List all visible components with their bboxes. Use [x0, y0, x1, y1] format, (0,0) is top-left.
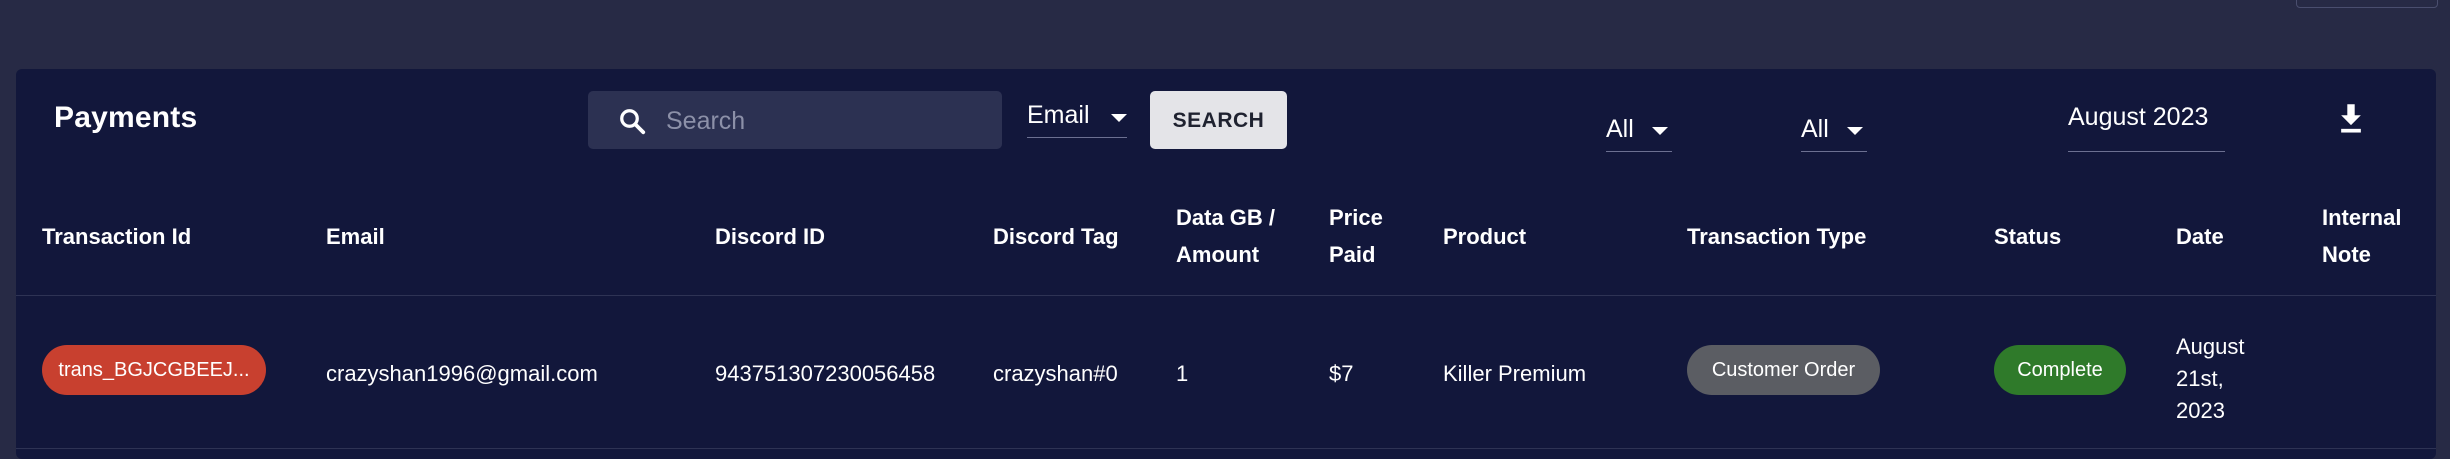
- filter-select-1-value: All: [1606, 115, 1634, 143]
- date-cell: August 21st, 2023: [2176, 331, 2266, 427]
- date-cell-line-3: 2023: [2176, 398, 2225, 423]
- transaction-type-badge: Customer Order: [1687, 345, 1880, 395]
- top-right-control-edge: [2296, 0, 2438, 8]
- caret-down-icon: [1111, 114, 1127, 122]
- caret-down-icon: [1847, 127, 1863, 135]
- month-picker-value: August 2023: [2068, 103, 2209, 131]
- filter-select-2-value: All: [1801, 115, 1829, 143]
- column-header-price-paid-line-1: Price: [1329, 205, 1383, 230]
- column-header-date[interactable]: Date: [2176, 218, 2224, 255]
- filter-select-1[interactable]: All: [1606, 103, 1672, 152]
- column-header-transaction-id[interactable]: Transaction Id: [42, 218, 191, 255]
- search-field-select[interactable]: Email: [1027, 89, 1127, 138]
- download-icon: [2341, 104, 2361, 133]
- search-input[interactable]: [664, 99, 988, 143]
- discord-id-cell: 943751307230056458: [715, 361, 936, 386]
- column-header-product[interactable]: Product: [1443, 218, 1526, 255]
- search-button-label: SEARCH: [1172, 109, 1265, 132]
- status-label: Complete: [2017, 359, 2103, 381]
- column-header-price-paid-line-2: Paid: [1329, 242, 1376, 267]
- column-header-data-amount[interactable]: Data GB / Amount: [1176, 199, 1275, 273]
- payments-card: Payments Email SEARCH All All August 202…: [16, 69, 2436, 459]
- column-header-data-amount-line-1: Data GB /: [1176, 205, 1276, 230]
- date-cell-line-2: 21st,: [2176, 366, 2224, 391]
- search-field[interactable]: [588, 91, 1002, 149]
- table-row[interactable]: trans_BGJCGBEEJ... crazyshan1996@gmail.c…: [16, 296, 2436, 449]
- price-paid-cell: $7: [1329, 361, 1354, 386]
- email-cell: crazyshan1996@gmail.com: [326, 361, 598, 386]
- column-header-discord-tag[interactable]: Discord Tag: [993, 218, 1119, 255]
- column-header-email[interactable]: Email: [326, 218, 385, 255]
- status-badge: Complete: [1994, 345, 2126, 395]
- transaction-id-chip[interactable]: trans_BGJCGBEEJ...: [42, 345, 266, 395]
- transaction-type-label: Customer Order: [1711, 359, 1856, 381]
- search-field-select-value: Email: [1027, 101, 1090, 129]
- column-header-internal-note[interactable]: Internal Note: [2322, 199, 2401, 273]
- filter-select-2[interactable]: All: [1801, 103, 1867, 152]
- caret-down-icon: [1652, 127, 1668, 135]
- column-header-internal-note-line-2: Note: [2322, 242, 2371, 267]
- download-button[interactable]: [2336, 103, 2366, 135]
- page-title: Payments: [54, 101, 198, 134]
- column-header-status[interactable]: Status: [1994, 218, 2061, 255]
- search-icon: [620, 109, 646, 135]
- column-header-data-amount-line-2: Amount: [1176, 242, 1260, 267]
- column-header-transaction-type[interactable]: Transaction Type: [1687, 218, 1866, 255]
- transaction-id-label: trans_BGJCGBEEJ...: [58, 359, 250, 381]
- column-header-internal-note-line-1: Internal: [2322, 205, 2402, 230]
- discord-tag-cell: crazyshan#0: [993, 361, 1118, 386]
- month-picker[interactable]: August 2023: [2068, 103, 2225, 152]
- data-amount-cell: 1: [1176, 361, 1189, 386]
- payments-toolbar: Payments Email SEARCH All All August 202…: [16, 69, 2436, 179]
- product-cell: Killer Premium: [1443, 361, 1587, 386]
- column-header-discord-id[interactable]: Discord ID: [715, 218, 825, 255]
- date-cell-line-1: August: [2176, 334, 2245, 359]
- table-header: Transaction Id Email Discord ID Discord …: [16, 179, 2436, 296]
- column-header-price-paid[interactable]: Price Paid: [1329, 199, 1383, 273]
- search-button[interactable]: SEARCH: [1150, 91, 1287, 149]
